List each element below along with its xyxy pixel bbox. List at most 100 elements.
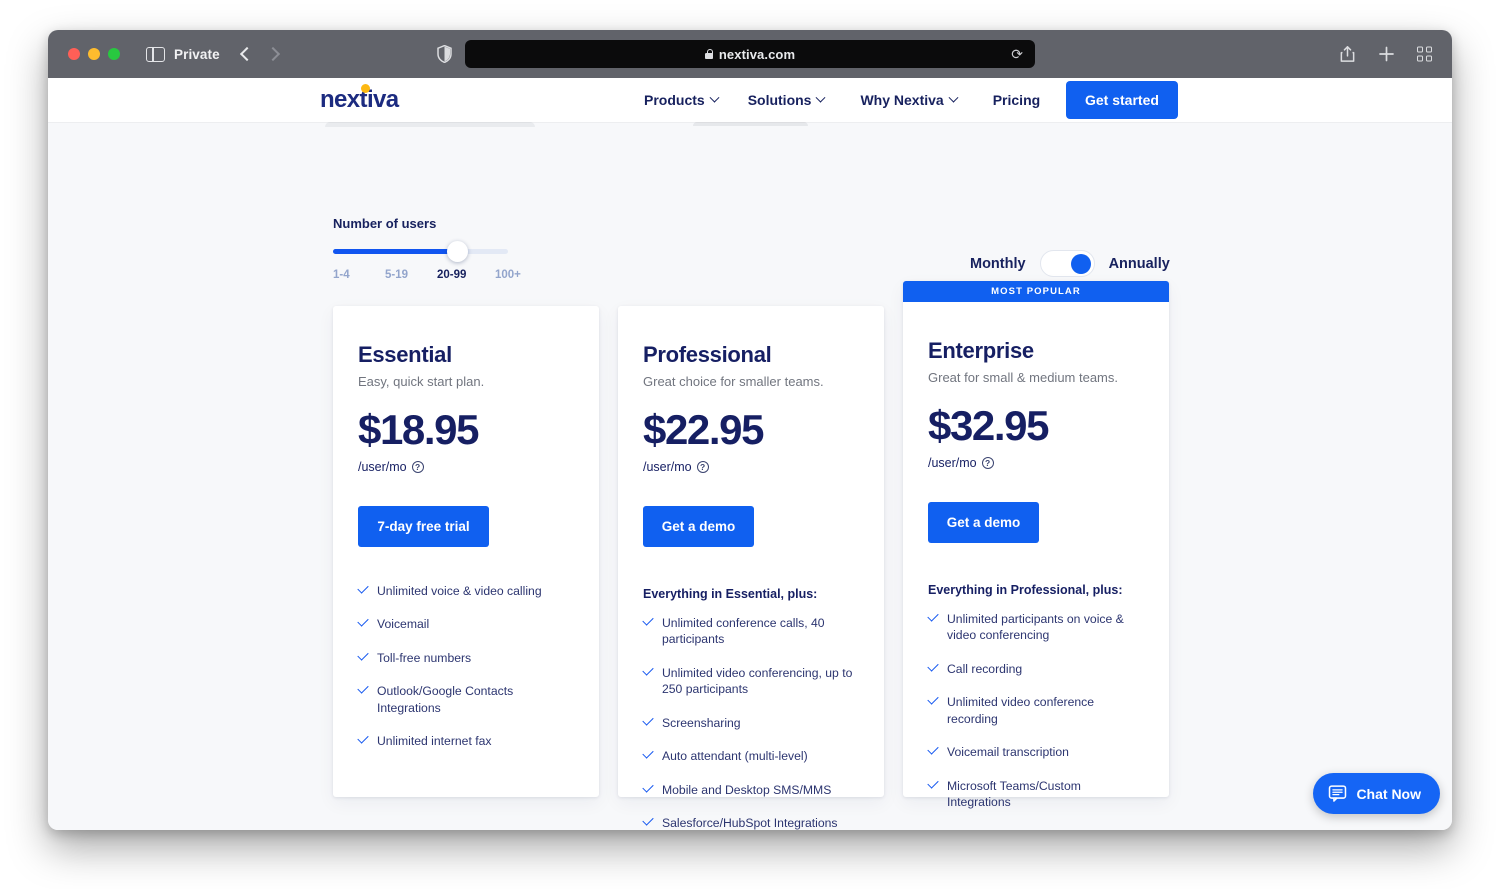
nav-label: Why Nextiva [860,92,944,108]
feature-text: Salesforce/HubSpot Integrations [662,816,838,830]
check-icon [642,614,654,626]
check-icon [642,747,654,760]
reload-icon[interactable]: ⟳ [1011,47,1023,61]
chevron-down-icon [709,92,720,103]
lock-icon [704,49,714,59]
nav-label: Pricing [992,92,1041,108]
tab-overview-icon[interactable] [1417,46,1432,62]
plan-name: Essential [358,342,452,367]
browser-titlebar: Private nextiva.com ⟳ [48,30,1452,78]
back-chevron-icon[interactable] [239,46,254,62]
plan-cta-button[interactable]: Get a demo [643,506,754,547]
plan-cta-button[interactable]: 7-day free trial [358,506,489,547]
address-bar[interactable]: nextiva.com ⟳ [465,40,1035,68]
slider-track[interactable] [333,240,508,262]
feature-list: Unlimited conference calls, 40 participa… [642,614,859,830]
check-icon [357,732,369,745]
feature-list: Unlimited voice & video calling Voicemai… [357,582,574,750]
check-icon [357,582,369,594]
info-question-icon[interactable]: ? [981,457,994,469]
plan-description: Great for small & medium teams. [928,370,1118,385]
plan-name: Professional [643,342,772,367]
feature-item: Unlimited conference calls, 40 participa… [642,614,859,648]
feature-text: Single Sign On [947,828,1028,830]
feature-list: Unlimited participants on voice & video … [927,610,1144,830]
features-heading: Everything in Professional, plus: [928,583,1123,597]
slider-label: Number of users [333,216,437,231]
browser-window: Private nextiva.com ⟳ nextiva Products S… [48,30,1452,830]
feature-text: Toll-free numbers [377,650,472,665]
feature-item: Unlimited voice & video calling [357,582,574,599]
url-text: nextiva.com [718,46,796,62]
nav-item-pricing[interactable]: Pricing [993,92,1076,108]
site-navigation-bar: nextiva Products Solutions Why Nextiva P [48,78,1452,122]
plan-price: $22.95 [643,406,764,453]
check-icon [357,649,369,661]
nav-label: Products [644,92,705,108]
sidebar-toggle-icon[interactable] [146,46,165,62]
chevron-down-icon [816,92,826,103]
feature-item: Unlimited participants on voice & video … [927,610,1144,644]
nav-item-why-nextiva[interactable]: Why Nextiva [860,92,992,108]
feature-item: Unlimited internet fax [357,732,574,749]
nav-item-solutions[interactable]: Solutions [748,92,861,108]
feature-text: Auto attendant (multi-level) [662,749,808,764]
maximize-window-button[interactable] [108,48,120,60]
feature-text: Unlimited video conferencing, up to 250 … [662,665,853,697]
check-icon [927,610,939,622]
chevron-down-icon [948,92,959,103]
check-icon [927,693,939,706]
info-question-icon[interactable]: ? [696,461,709,473]
pricing-card-professional: Professional Great choice for smaller te… [618,306,884,830]
privacy-shield-icon[interactable] [437,45,452,63]
nav-item-products[interactable]: Products [644,92,748,108]
plan-cta-button[interactable]: Get a demo [928,502,1039,543]
feature-item: Voicemail [357,615,574,632]
slider-thumb[interactable] [447,240,468,262]
feature-text: Screensharing [662,715,741,730]
plan-description: Easy, quick start plan. [358,374,485,389]
feature-item: Call recording [927,660,1144,677]
feature-item: Microsoft Teams/Custom Integrations [927,777,1144,811]
nextiva-logo[interactable]: nextiva [320,84,399,114]
check-icon [642,664,654,676]
close-window-button[interactable] [68,48,80,60]
feature-item: Auto attendant (multi-level) [642,747,859,764]
per-user-label: /user/mo [358,460,407,474]
chat-now-button[interactable]: Chat Now [1313,773,1440,814]
feature-item: Toll-free numbers [357,649,574,666]
pricing-card-essential: Essential Easy, quick start plan. $18.95… [333,306,599,797]
feature-text: Outlook/Google Contacts Integrations [377,684,514,715]
web-page: nextiva Products Solutions Why Nextiva P [48,78,1452,830]
slider-fill [333,249,455,254]
check-icon [642,781,654,793]
share-icon[interactable] [1339,46,1356,63]
chat-now-label: Chat Now [1356,785,1421,802]
minimize-window-button[interactable] [88,48,100,60]
nav-label: Solutions [747,92,812,108]
get-started-button[interactable]: Get started [1066,81,1178,119]
window-controls [68,48,120,60]
check-icon [927,660,939,672]
feature-item: Voicemail transcription [927,743,1144,760]
logo-text: nextiva [320,86,399,113]
plan-price-unit: /user/mo ? [358,460,574,474]
feature-text: Unlimited participants on voice & video … [947,612,1124,643]
check-icon [927,827,939,830]
pricing-controls: Number of users 1-4 5-19 20-99 100+ Mont… [48,122,1452,281]
feature-text: Microsoft Teams/Custom Integrations [947,778,1081,810]
plus-icon[interactable] [1378,46,1395,63]
most-popular-badge: MOST POPULAR [903,281,1169,302]
feature-text: Mobile and Desktop SMS/MMS [662,782,832,797]
nav-links: Products Solutions Why Nextiva Pricing [644,92,1076,108]
feature-text: Unlimited video conference recording [947,695,1095,726]
feature-text: Unlimited internet fax [377,734,492,749]
feature-item: Mobile and Desktop SMS/MMS [642,781,859,798]
toolbar-actions [1339,46,1432,63]
check-icon [357,682,369,695]
chat-bubble-icon [1329,785,1347,802]
info-question-icon[interactable]: ? [411,461,424,473]
plan-price-unit: /user/mo ? [643,460,859,474]
feature-text: Unlimited conference calls, 40 participa… [662,616,825,647]
feature-text: Call recording [947,661,1023,676]
